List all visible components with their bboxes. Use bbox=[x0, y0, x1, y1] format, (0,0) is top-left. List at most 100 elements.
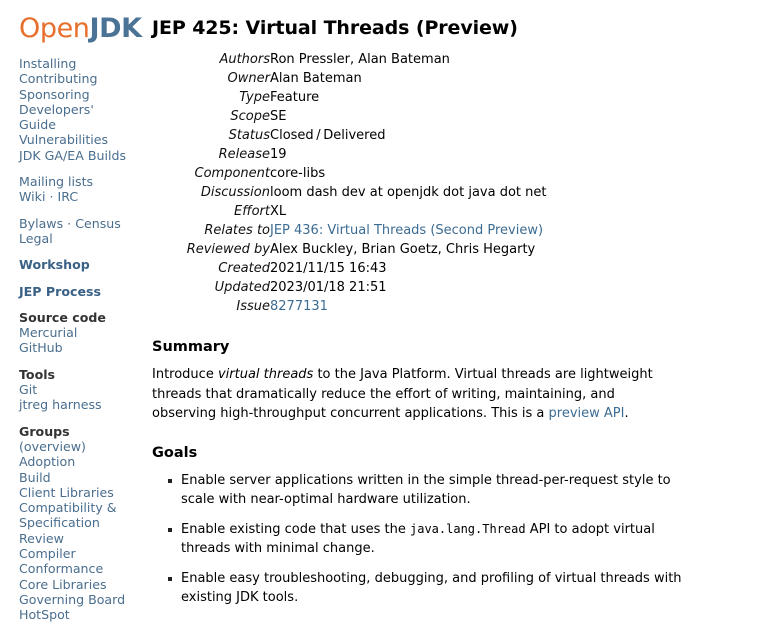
logo-open-text: Open bbox=[19, 13, 90, 44]
metadata-value-authors: Ron Pressler, Alan Bateman bbox=[270, 52, 450, 67]
metadata-row: Owner Alan Bateman bbox=[152, 71, 547, 90]
metadata-value-component: core-libs bbox=[270, 166, 326, 181]
sidebar-item-separator: · bbox=[63, 215, 76, 231]
sidebar-item-separator: · bbox=[45, 189, 58, 205]
metadata-label-reviewed-by: Reviewed by bbox=[186, 242, 270, 257]
sidebar: OpenJDK Installing Contributing Sponsoring… bbox=[0, 0, 142, 634]
sidebar-item-build[interactable]: Build bbox=[19, 470, 138, 485]
sidebar-group: Groups (overview) Adoption Build Client Libr… bbox=[19, 424, 138, 623]
sidebar-group: JEP Process bbox=[19, 284, 138, 299]
goals-list: Enable server applications written in th… bbox=[152, 471, 764, 608]
summary-emphasis: virtual threads bbox=[217, 367, 314, 382]
sidebar-nav: Installing Contributing Sponsoring Develope… bbox=[19, 56, 138, 623]
sidebar-item-census[interactable]: Census bbox=[75, 216, 121, 231]
sidebar-item-jtreg-harness[interactable]: jtreg harness bbox=[19, 397, 138, 412]
summary-text-3: . bbox=[624, 406, 629, 421]
sidebar-item-github[interactable]: GitHub bbox=[19, 340, 138, 355]
sidebar-item-vulnerabilities[interactable]: Vulnerabilities bbox=[19, 132, 138, 147]
summary-paragraph: Introduce virtual threads to the Java Pl… bbox=[152, 365, 677, 424]
logo-jdk-text: JDK bbox=[89, 13, 143, 44]
sidebar-item-workshop[interactable]: Workshop bbox=[19, 257, 138, 272]
metadata-label-component: Component bbox=[194, 166, 270, 181]
metadata-value-effort: XL bbox=[270, 204, 287, 219]
sidebar-item-row: Wiki · IRC bbox=[19, 189, 138, 204]
metadata-row: Reviewed by Alex Buckley, Brian Goetz, Ch… bbox=[152, 242, 547, 261]
metadata-row: Effort XL bbox=[152, 204, 547, 223]
metadata-link-issue[interactable]: 8277131 bbox=[270, 299, 328, 314]
summary-heading: Summary bbox=[152, 339, 230, 355]
metadata-label-scope: Scope bbox=[230, 109, 270, 124]
metadata-row: Status Closed / Delivered bbox=[152, 128, 547, 147]
metadata-label-status: Status bbox=[228, 128, 270, 143]
sidebar-item-bylaws[interactable]: Bylaws bbox=[19, 216, 63, 231]
metadata-row: Authors Ron Pressler, Alan Bateman bbox=[152, 52, 547, 71]
sidebar-item-adoption[interactable]: Adoption bbox=[19, 454, 138, 469]
metadata-value-release: 19 bbox=[270, 147, 287, 162]
sidebar-item-wiki[interactable]: Wiki bbox=[19, 189, 45, 204]
goal-text-1: Enable easy troubleshooting, debugging, … bbox=[181, 570, 682, 606]
metadata-row: Type Feature bbox=[152, 90, 547, 109]
metadata-label-discussion: Discussion bbox=[200, 185, 270, 200]
sidebar-group: Workshop bbox=[19, 257, 138, 272]
sidebar-item-sponsoring[interactable]: Sponsoring bbox=[19, 87, 138, 102]
jep-metadata-table: Authors Ron Pressler, Alan Bateman Owner Al… bbox=[152, 52, 547, 318]
goal-text-1: Enable existing code that uses the bbox=[181, 521, 410, 537]
metadata-value-owner: Alan Bateman bbox=[270, 71, 362, 86]
sidebar-item-conformance[interactable]: Conformance bbox=[19, 561, 138, 576]
metadata-label-effort: Effort bbox=[234, 204, 270, 219]
metadata-value-relates-to[interactable]: JEP 436: Virtual Threads (Second Preview… bbox=[270, 223, 547, 242]
metadata-label-relates-to: Relates to bbox=[204, 223, 270, 238]
sidebar-group: Source code Mercurial GitHub bbox=[19, 310, 138, 356]
sidebar-group: Tools Git jtreg harness bbox=[19, 367, 138, 413]
metadata-row: Updated 2023/01/18 21:51 bbox=[152, 280, 547, 299]
sidebar-item-installing[interactable]: Installing bbox=[19, 56, 138, 71]
metadata-value-reviewed-by: Alex Buckley, Brian Goetz, Chris Hegarty bbox=[270, 242, 536, 257]
sidebar-item-mailing-lists[interactable]: Mailing lists bbox=[19, 174, 138, 189]
goal-code-snippet: java.lang.Thread bbox=[410, 521, 526, 536]
sidebar-item-row: Bylaws · Census bbox=[19, 216, 138, 231]
sidebar-item-contributing[interactable]: Contributing bbox=[19, 71, 138, 86]
metadata-row: Component core-libs bbox=[152, 166, 547, 185]
metadata-label-type: Type bbox=[239, 90, 270, 105]
metadata-link-relates-to[interactable]: JEP 436: Virtual Threads (Second Preview… bbox=[270, 223, 543, 238]
goal-item: Enable server applications written in th… bbox=[168, 471, 691, 510]
metadata-value-issue[interactable]: 8277131 bbox=[270, 299, 547, 318]
sidebar-item-governing-board[interactable]: Governing Board bbox=[19, 592, 138, 607]
sidebar-item-irc[interactable]: IRC bbox=[57, 189, 78, 204]
metadata-row: Relates to JEP 436: Virtual Threads (Seco… bbox=[152, 223, 547, 242]
page-title: JEP 425: Virtual Threads (Preview) bbox=[152, 17, 518, 39]
sidebar-item-git[interactable]: Git bbox=[19, 382, 138, 397]
sidebar-item-hotspot[interactable]: HotSpot bbox=[19, 607, 138, 622]
sidebar-item-compatibility-specification-review[interactable]: Compatibility & Specification Review bbox=[19, 500, 131, 546]
sidebar-item-jdk-ga-ea-builds[interactable]: JDK GA/EA Builds bbox=[19, 148, 138, 163]
sidebar-item-client-libraries[interactable]: Client Libraries bbox=[19, 485, 138, 500]
sidebar-item-jep-process[interactable]: JEP Process bbox=[19, 284, 138, 299]
sidebar-item-mercurial[interactable]: Mercurial bbox=[19, 325, 138, 340]
metadata-row: Created 2021/11/15 16:43 bbox=[152, 261, 547, 280]
goal-text-1: Enable server applications written in th… bbox=[181, 472, 671, 508]
openjdk-logo[interactable]: OpenJDK bbox=[19, 13, 142, 44]
sidebar-group-heading: Source code bbox=[19, 309, 106, 325]
preview-api-link[interactable]: preview API bbox=[549, 406, 625, 421]
metadata-label-created: Created bbox=[218, 261, 270, 276]
sidebar-group: Bylaws · Census Legal bbox=[19, 216, 138, 247]
goals-heading: Goals bbox=[152, 444, 198, 461]
metadata-row: Release 19 bbox=[152, 147, 547, 166]
summary-text-1: Introduce bbox=[152, 367, 218, 382]
sidebar-group: Mailing lists Wiki · IRC bbox=[19, 174, 138, 205]
sidebar-item-developers-guide[interactable]: Developers' Guide bbox=[19, 102, 131, 133]
metadata-value-type: Feature bbox=[270, 90, 320, 105]
sidebar-item-compiler[interactable]: Compiler bbox=[19, 546, 138, 561]
metadata-value-status: Closed / Delivered bbox=[270, 128, 386, 143]
metadata-value-scope: SE bbox=[270, 109, 287, 124]
sidebar-item-legal[interactable]: Legal bbox=[19, 231, 138, 246]
sidebar-item-core-libraries[interactable]: Core Libraries bbox=[19, 577, 138, 592]
goal-item: Enable easy troubleshooting, debugging, … bbox=[168, 569, 691, 608]
metadata-row: Issue 8277131 bbox=[152, 299, 547, 318]
sidebar-item-overview[interactable]: (overview) bbox=[19, 439, 138, 454]
metadata-row: Discussion loom dash dev at openjdk dot j… bbox=[152, 185, 547, 204]
metadata-value-updated: 2023/01/18 21:51 bbox=[270, 280, 387, 295]
metadata-value-created: 2021/11/15 16:43 bbox=[270, 261, 387, 276]
metadata-value-discussion: loom dash dev at openjdk dot java dot ne… bbox=[270, 185, 547, 200]
goal-item: Enable existing code that uses the java.… bbox=[168, 520, 691, 559]
